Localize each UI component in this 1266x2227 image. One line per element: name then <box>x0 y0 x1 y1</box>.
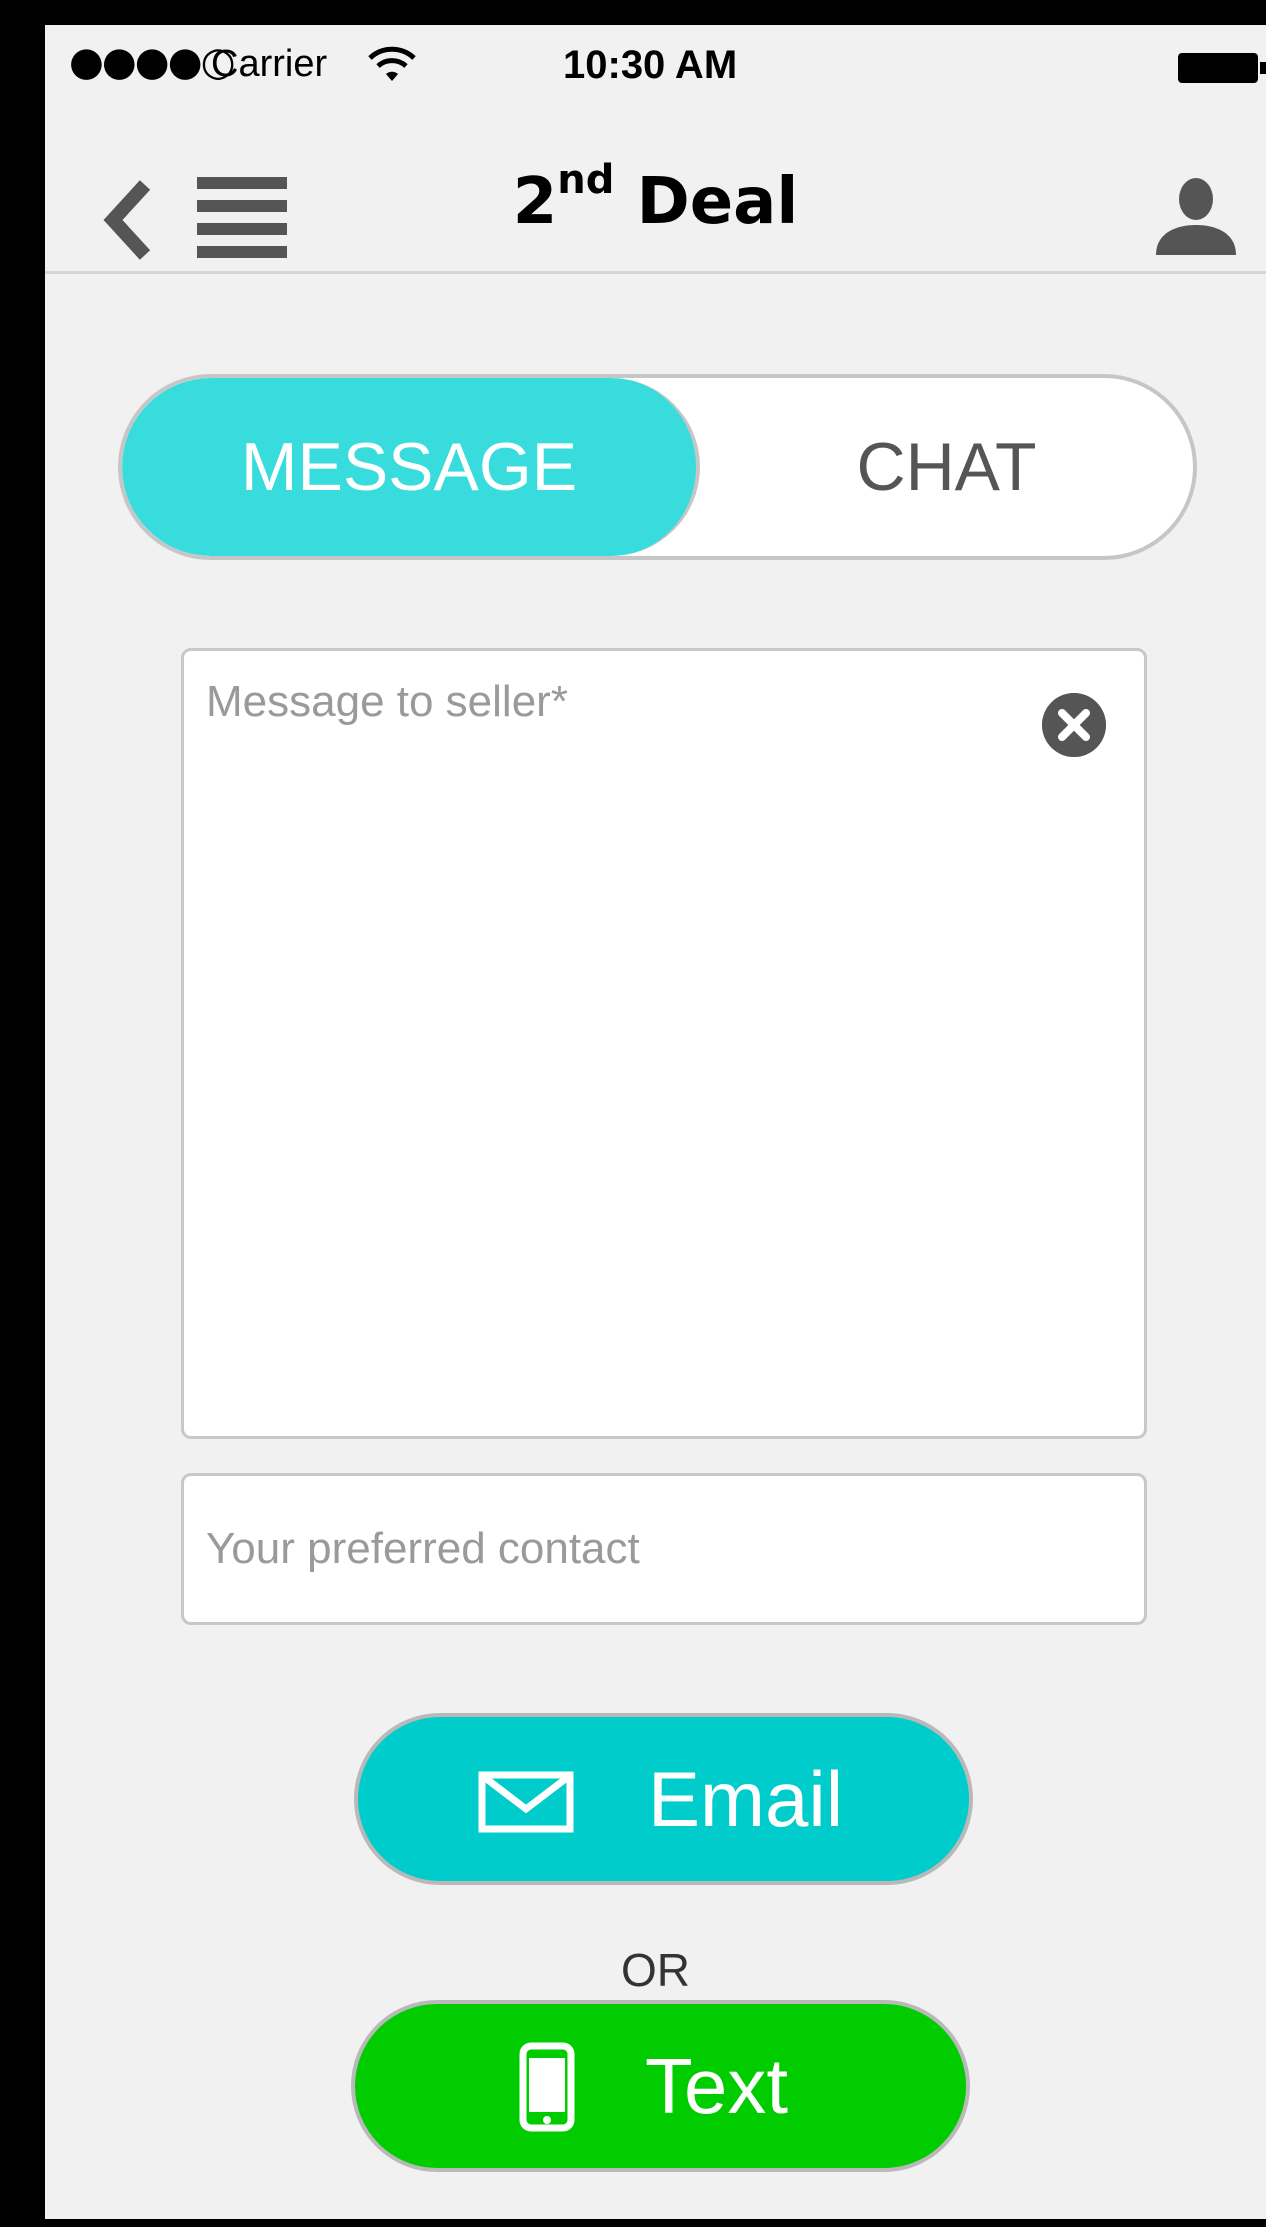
text-button-label: Text <box>645 2042 789 2130</box>
user-icon[interactable] <box>1154 177 1238 261</box>
tab-message[interactable]: MESSAGE <box>122 378 700 556</box>
wifi-icon <box>368 46 416 81</box>
contact-box <box>181 1473 1147 1625</box>
phone-icon <box>519 2042 575 2132</box>
carrier-name: Carrier <box>211 43 328 85</box>
mail-icon <box>478 1771 574 1833</box>
title-rest: Deal <box>614 165 799 239</box>
battery-icon <box>1178 53 1266 83</box>
clear-icon[interactable] <box>1042 693 1106 757</box>
email-button-label: Email <box>648 1755 844 1843</box>
page-title: 2nd Deal <box>45 157 1266 239</box>
signal-strength: ●●●●○ <box>69 39 236 85</box>
phone-screen: ●●●●○ Carrier 10:30 AM 2nd Deal MESSAGE … <box>45 25 1266 2219</box>
status-bar: ●●●●○ Carrier 10:30 AM <box>45 25 1266 105</box>
title-base: 2 <box>512 165 558 239</box>
message-chat-toggle: MESSAGE CHAT <box>118 374 1197 560</box>
preferred-contact-input[interactable] <box>184 1476 1144 1622</box>
nav-bar: 2nd Deal <box>45 105 1266 274</box>
tab-chat[interactable]: CHAT <box>700 378 1193 556</box>
or-separator: OR <box>621 1944 690 1996</box>
title-superscript: nd <box>557 157 615 203</box>
status-time: 10:30 AM <box>563 43 738 87</box>
message-input[interactable] <box>184 651 1144 1436</box>
text-button[interactable]: Text <box>351 2000 970 2172</box>
message-box <box>181 648 1147 1439</box>
email-button[interactable]: Email <box>354 1713 973 1885</box>
